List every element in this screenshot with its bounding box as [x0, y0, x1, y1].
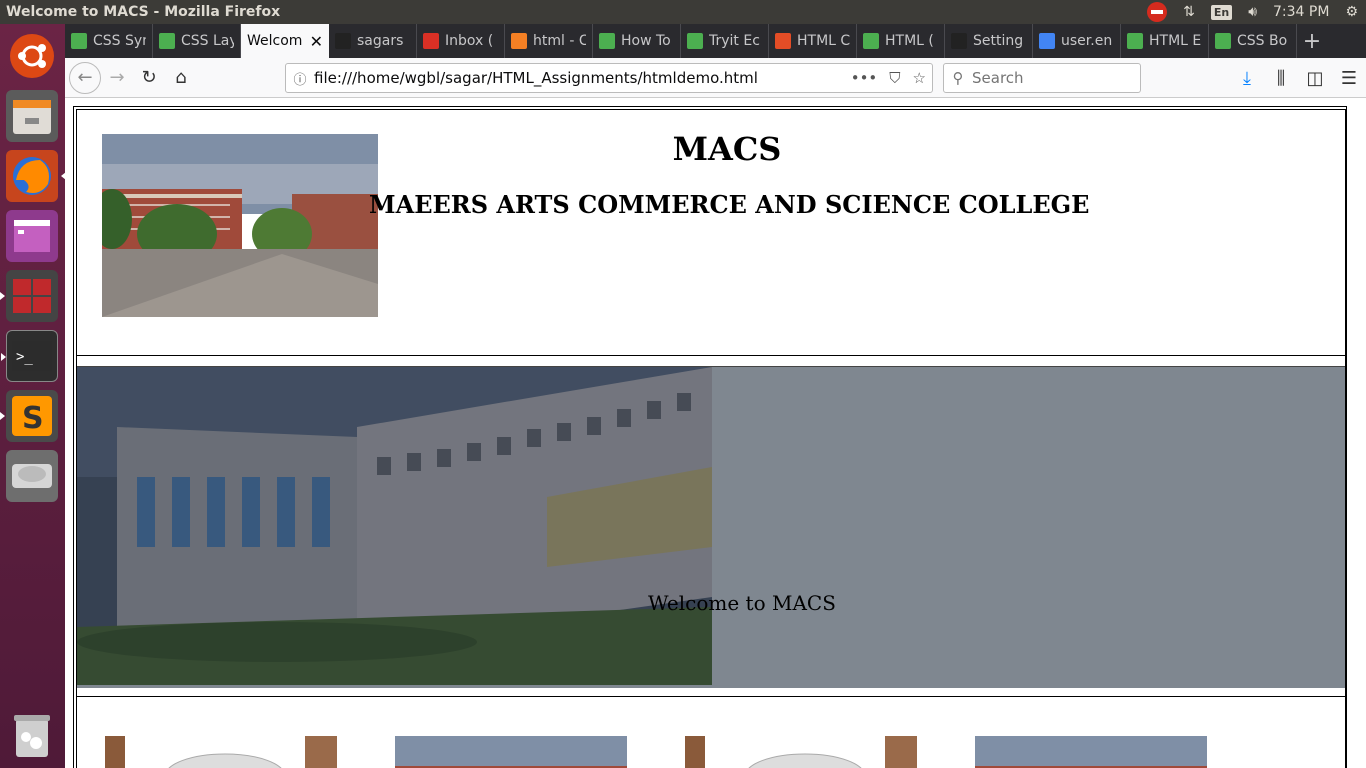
- tab-label: CSS Bo: [1237, 33, 1288, 49]
- tab-6[interactable]: How To: [593, 24, 681, 58]
- welcome-text: Welcome to MACS: [648, 591, 836, 615]
- tab-0[interactable]: CSS Syn: [65, 24, 153, 58]
- forward-button[interactable]: →: [101, 62, 133, 94]
- sublime-text-icon[interactable]: S: [0, 390, 58, 442]
- keyboard-layout[interactable]: En: [1210, 4, 1233, 20]
- launcher: >_ S: [0, 24, 66, 768]
- tab-favicon-icon: [775, 33, 791, 49]
- top-panel: Welcome to MACS - Mozilla Firefox ⇅ En 🔊…: [0, 0, 1366, 24]
- banner-section: Welcome to MACS: [77, 366, 1345, 688]
- svg-text:S: S: [22, 401, 44, 436]
- tab-label: Welcom: [247, 33, 303, 49]
- tab-favicon-icon: [335, 33, 351, 49]
- tab-9[interactable]: HTML (: [857, 24, 945, 58]
- tab-8[interactable]: HTML C: [769, 24, 857, 58]
- tab-favicon-icon: [1039, 33, 1055, 49]
- tab-label: Tryit Ec: [709, 33, 760, 49]
- section-divider: [77, 696, 1345, 697]
- tab-favicon-icon: [599, 33, 615, 49]
- svg-text:>_: >_: [16, 349, 33, 365]
- tab-favicon-icon: [423, 33, 439, 49]
- ubuntu-dash-icon[interactable]: [6, 30, 58, 82]
- tab-5[interactable]: html - C: [505, 24, 593, 58]
- tab-favicon-icon: [511, 33, 527, 49]
- tab-11[interactable]: user.en: [1033, 24, 1121, 58]
- page-subtitle: MAEERS ARTS COMMERCE AND SCIENCE COLLEGE: [369, 190, 1090, 219]
- tab-label: Setting: [973, 33, 1024, 49]
- files-icon[interactable]: [6, 90, 58, 142]
- settings-gear-icon[interactable]: ⚙: [1345, 4, 1358, 20]
- tab-12[interactable]: HTML E: [1121, 24, 1209, 58]
- app-icon[interactable]: [6, 210, 58, 262]
- page-title: MACS: [672, 130, 782, 168]
- clock[interactable]: 7:34 PM: [1273, 4, 1329, 20]
- gallery-image: [105, 736, 337, 768]
- search-input[interactable]: [972, 69, 1132, 87]
- more-actions-icon[interactable]: •••: [851, 69, 878, 87]
- tab-label: How To: [621, 33, 671, 49]
- tab-label: Inbox (: [445, 33, 494, 49]
- disk-drive-icon[interactable]: [6, 450, 58, 502]
- tab-bar: CSS Syn CSS Lay Welcom ✕ sagars Inbox ( html -…: [65, 24, 1366, 58]
- tab-close-icon[interactable]: ✕: [310, 32, 323, 51]
- window-title: Welcome to MACS - Mozilla Firefox: [6, 4, 281, 20]
- search-bar[interactable]: ⚲: [943, 63, 1141, 93]
- library-icon[interactable]: ⫼: [1265, 62, 1297, 94]
- gallery-image: [975, 736, 1207, 768]
- reload-button[interactable]: ↻: [133, 62, 165, 94]
- url-bar[interactable]: ⓘ file:///home/wgbl/sagar/HTML_Assignmen…: [285, 63, 933, 93]
- workspace-switcher-icon[interactable]: [0, 270, 58, 322]
- system-tray: ⇅ En 🔊︎ 7:34 PM ⚙: [1139, 0, 1366, 24]
- gallery-image: [395, 736, 627, 768]
- info-icon[interactable]: ⓘ: [286, 69, 314, 88]
- tab-3[interactable]: sagars: [329, 24, 417, 58]
- tab-favicon-icon: [71, 33, 87, 49]
- college-building-photo: [77, 367, 712, 685]
- page-outer-border: MACS MAEERS ARTS COMMERCE AND SCIENCE CO…: [73, 106, 1347, 768]
- new-tab-button[interactable]: +: [1297, 24, 1327, 58]
- tab-label: HTML (: [885, 33, 934, 49]
- header-section: MACS MAEERS ARTS COMMERCE AND SCIENCE CO…: [77, 110, 1345, 356]
- tab-favicon-icon: [951, 33, 967, 49]
- trash-icon[interactable]: [6, 710, 58, 762]
- tab-label: CSS Lay: [181, 33, 234, 49]
- bookmark-star-icon[interactable]: ☆: [913, 69, 926, 87]
- tab-1[interactable]: CSS Lay: [153, 24, 241, 58]
- url-text[interactable]: file:///home/wgbl/sagar/HTML_Assignments…: [314, 69, 839, 87]
- tab-2[interactable]: Welcom ✕: [241, 24, 329, 58]
- downloads-icon[interactable]: ⤓: [1231, 62, 1263, 94]
- page-content: MACS MAEERS ARTS COMMERCE AND SCIENCE CO…: [65, 98, 1366, 768]
- tab-label: CSS Syn: [93, 33, 146, 49]
- tab-10[interactable]: Setting: [945, 24, 1033, 58]
- firefox-icon[interactable]: [6, 150, 66, 202]
- gallery-image: [685, 736, 917, 768]
- back-button[interactable]: ←: [69, 61, 101, 94]
- no-entry-icon[interactable]: [1147, 2, 1168, 22]
- pocket-icon[interactable]: ⛉: [889, 69, 900, 87]
- tab-label: user.en: [1061, 33, 1113, 49]
- search-icon: ⚲: [952, 69, 964, 87]
- tab-favicon-icon: [1127, 33, 1143, 49]
- tab-7[interactable]: Tryit Ec: [681, 24, 769, 58]
- page-inner-border: MACS MAEERS ARTS COMMERCE AND SCIENCE CO…: [76, 109, 1346, 768]
- home-button[interactable]: ⌂: [165, 62, 197, 94]
- tab-favicon-icon: [1215, 33, 1231, 49]
- tab-favicon-icon: [863, 33, 879, 49]
- volume-icon[interactable]: 🔊︎: [1248, 4, 1257, 20]
- network-icon[interactable]: ⇅: [1183, 4, 1195, 20]
- tab-label: HTML E: [1149, 33, 1202, 49]
- tab-favicon-icon: [687, 33, 703, 49]
- menu-icon[interactable]: ☰: [1333, 62, 1365, 94]
- tab-label: HTML C: [797, 33, 850, 49]
- tab-4[interactable]: Inbox (: [417, 24, 505, 58]
- tab-label: html - C: [533, 33, 586, 49]
- terminal-icon[interactable]: >_: [1, 330, 58, 382]
- tab-13[interactable]: CSS Bo: [1209, 24, 1297, 58]
- navigation-bar: ← → ↻ ⌂ ⓘ file:///home/wgbl/sagar/HTML_A…: [65, 58, 1366, 98]
- tab-label: sagars: [357, 33, 404, 49]
- tab-favicon-icon: [159, 33, 175, 49]
- sidebar-icon[interactable]: ◫: [1299, 62, 1331, 94]
